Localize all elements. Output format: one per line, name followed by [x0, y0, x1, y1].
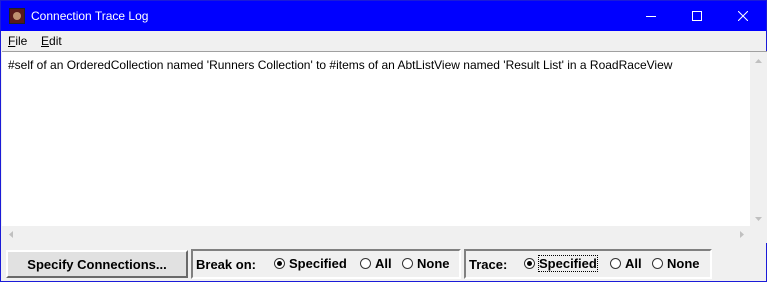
minimize-button[interactable] — [628, 1, 674, 31]
break-on-all-radio[interactable]: All — [360, 256, 392, 271]
trace-specified-label: Specified — [538, 255, 598, 272]
scroll-down-arrow-icon[interactable] — [750, 210, 767, 227]
menu-edit-mnemonic: E — [41, 34, 50, 48]
window-title: Connection Trace Log — [31, 9, 149, 23]
radio-selected-icon — [274, 258, 285, 269]
minimize-icon — [646, 16, 656, 17]
menu-file[interactable]: File — [8, 34, 27, 48]
trace-none-radio[interactable]: None — [652, 256, 700, 271]
bottom-toolbar: Specify Connections... Break on: Specifi… — [1, 243, 766, 281]
break-on-label: Break on: — [196, 257, 256, 272]
trace-all-label: All — [625, 256, 642, 271]
specify-connections-button[interactable]: Specify Connections... — [6, 250, 188, 278]
break-on-none-label: None — [417, 256, 450, 271]
connection-trace-log-window: Connection Trace Log File Edit #self of … — [0, 0, 767, 282]
menu-file-label: ile — [15, 34, 28, 48]
radio-unselected-icon — [652, 258, 663, 269]
vertical-scrollbar[interactable] — [750, 52, 767, 227]
radio-unselected-icon — [360, 258, 371, 269]
trace-none-label: None — [667, 256, 700, 271]
horizontal-scrollbar[interactable] — [2, 226, 750, 243]
break-on-specified-label: Specified — [289, 256, 347, 271]
radio-unselected-icon — [402, 258, 413, 269]
scroll-left-arrow-icon[interactable] — [2, 226, 19, 243]
maximize-button[interactable] — [674, 1, 720, 31]
title-bar[interactable]: Connection Trace Log — [1, 1, 766, 31]
break-on-specified-radio[interactable]: Specified — [274, 256, 347, 271]
break-on-none-radio[interactable]: None — [402, 256, 450, 271]
break-on-group: Break on: Specified All None — [191, 249, 461, 279]
scroll-up-arrow-icon[interactable] — [750, 52, 767, 69]
log-line: #self of an OrderedCollection named 'Run… — [8, 58, 673, 72]
trace-specified-radio[interactable]: Specified — [524, 255, 598, 272]
scroll-right-arrow-icon[interactable] — [733, 226, 750, 243]
scrollbar-corner — [750, 226, 767, 243]
trace-log-text-area[interactable]: #self of an OrderedCollection named 'Run… — [2, 51, 767, 243]
maximize-icon — [692, 11, 702, 21]
close-button[interactable] — [720, 1, 766, 31]
menu-edit-label: dit — [49, 34, 62, 48]
trace-all-radio[interactable]: All — [610, 256, 642, 271]
close-icon — [738, 11, 748, 21]
radio-unselected-icon — [610, 258, 621, 269]
menu-bar: File Edit — [1, 31, 766, 51]
menu-edit[interactable]: Edit — [41, 34, 62, 48]
trace-label: Trace: — [469, 257, 508, 272]
trace-group: Trace: Specified All None — [464, 249, 712, 279]
break-on-all-label: All — [375, 256, 392, 271]
app-icon — [9, 8, 25, 24]
radio-selected-icon — [524, 258, 535, 269]
